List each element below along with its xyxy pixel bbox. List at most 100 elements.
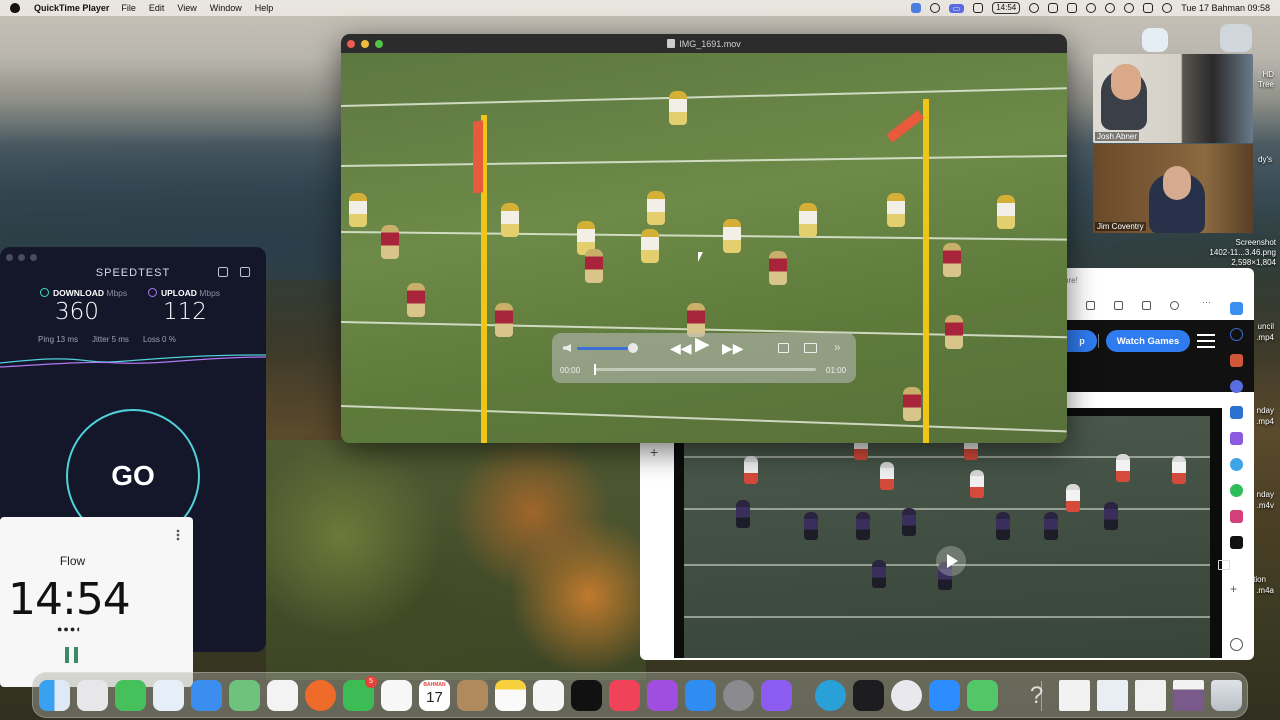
minimize-icon[interactable] — [18, 254, 25, 261]
zoom-icon[interactable] — [30, 254, 37, 261]
reminders-icon[interactable] — [381, 680, 412, 711]
system-settings-icon[interactable] — [723, 680, 754, 711]
menu-view[interactable]: View — [177, 3, 196, 13]
messages-icon[interactable] — [967, 680, 998, 711]
close-icon[interactable] — [6, 254, 13, 261]
vpn-icon[interactable] — [973, 3, 984, 13]
tab-icon[interactable] — [1086, 301, 1095, 310]
apple-tv-icon[interactable] — [571, 680, 602, 711]
copilot-icon[interactable] — [1230, 302, 1243, 315]
play-icon[interactable] — [1029, 3, 1040, 13]
x-icon[interactable] — [1230, 536, 1243, 549]
watch-games-button[interactable]: Watch Games — [1106, 330, 1190, 352]
menu-file[interactable]: File — [121, 3, 136, 13]
search-icon[interactable] — [1230, 328, 1243, 341]
activity-monitor-icon[interactable] — [853, 680, 884, 711]
desktop-drive-icon[interactable] — [1220, 24, 1252, 52]
video-frame[interactable] — [341, 53, 1067, 443]
wifi-icon[interactable] — [1105, 3, 1116, 13]
freeform-icon[interactable] — [533, 680, 564, 711]
quicktime-icon[interactable] — [891, 680, 922, 711]
finder-icon[interactable] — [39, 680, 70, 711]
desktop-edge-label[interactable]: Tree — [1254, 80, 1274, 90]
embedded-video[interactable] — [674, 408, 1230, 658]
picture-in-picture-icon[interactable] — [804, 343, 817, 353]
feedback-icon[interactable] — [761, 680, 792, 711]
partial-button[interactable]: p — [1067, 330, 1097, 352]
spotify-icon[interactable] — [1230, 484, 1243, 497]
desktop-edge-label[interactable]: dy's — [1250, 155, 1272, 165]
podcasts-icon[interactable] — [647, 680, 678, 711]
zoom-video-tile-1[interactable]: Josh Abner — [1093, 54, 1253, 143]
safari-icon[interactable] — [153, 680, 184, 711]
app-store-icon[interactable] — [685, 680, 716, 711]
telegram-icon[interactable] — [1230, 458, 1243, 471]
volume-icon[interactable] — [563, 344, 571, 352]
desktop-screenshot[interactable]: Screenshot 1402-11...3.46.png 2,598×1,80… — [1196, 238, 1276, 268]
music-icon[interactable] — [609, 680, 640, 711]
siri-icon[interactable] — [1162, 3, 1173, 13]
messages-icon[interactable] — [115, 680, 146, 711]
firefox-icon[interactable] — [305, 680, 336, 711]
playhead[interactable] — [594, 364, 596, 375]
trash-icon[interactable] — [1211, 680, 1242, 711]
video-play-button[interactable] — [936, 546, 966, 576]
games-icon[interactable] — [1230, 380, 1243, 393]
contacts-icon[interactable] — [457, 680, 488, 711]
document-icon[interactable] — [1097, 680, 1128, 711]
menu-help[interactable]: Help — [255, 3, 274, 13]
zoom-video-tile-2[interactable]: Jim Coventry — [1093, 144, 1253, 233]
close-icon[interactable] — [347, 40, 355, 48]
bluetooth-icon[interactable] — [929, 3, 940, 13]
share-icon[interactable] — [218, 267, 228, 277]
minimize-icon[interactable] — [361, 40, 369, 48]
photos-icon[interactable] — [267, 680, 298, 711]
user-icon[interactable] — [1086, 3, 1097, 13]
airplay-icon[interactable] — [778, 343, 789, 353]
extensions-icon[interactable] — [1114, 301, 1123, 310]
hamburger-menu-icon[interactable] — [1197, 334, 1215, 348]
menu-edit[interactable]: Edit — [149, 3, 165, 13]
help-icon[interactable]: ? — [1021, 680, 1052, 711]
more-icon[interactable]: ··· — [1202, 297, 1211, 307]
launchpad-icon[interactable] — [77, 680, 108, 711]
battery-icon[interactable] — [1048, 3, 1059, 13]
volume-slider[interactable] — [577, 347, 628, 350]
outlook-icon[interactable] — [1230, 406, 1243, 419]
add-icon[interactable]: + — [650, 444, 658, 460]
settings-icon[interactable] — [240, 267, 250, 277]
app-menu[interactable]: QuickTime Player — [34, 3, 109, 13]
document-icon[interactable] — [1135, 680, 1166, 711]
profile-icon[interactable] — [1170, 301, 1179, 310]
menu-window[interactable]: Window — [210, 3, 242, 13]
fast-forward-icon[interactable]: ▶▶ — [722, 341, 744, 355]
mail-icon[interactable] — [191, 680, 222, 711]
calendar-icon[interactable]: BAHMAN 17 — [419, 680, 450, 711]
more-controls-icon[interactable]: » — [834, 340, 841, 354]
add-icon[interactable]: + — [1230, 582, 1243, 596]
desktop-edge-label[interactable]: HD — [1254, 70, 1274, 80]
document-icon[interactable] — [1059, 680, 1090, 711]
clock-badge[interactable]: 14:54 — [992, 2, 1021, 14]
rewind-icon[interactable]: ◀◀ — [670, 341, 692, 355]
menu-clock[interactable]: Tue 17 Bahman 09:58 — [1181, 3, 1270, 13]
dictionary-icon[interactable] — [910, 3, 921, 13]
zoom-icon[interactable] — [929, 680, 960, 711]
volume-knob[interactable] — [628, 343, 638, 353]
notes-icon[interactable] — [495, 680, 526, 711]
edge-icon[interactable] — [815, 680, 846, 711]
more-options-icon[interactable] — [176, 529, 180, 541]
control-center-icon[interactable] — [1143, 3, 1154, 13]
apple-menu-icon[interactable] — [10, 3, 20, 13]
settings-icon[interactable] — [1230, 638, 1243, 651]
share-icon[interactable] — [1142, 301, 1151, 310]
screen-mirror-icon[interactable]: ▭ — [948, 3, 965, 13]
desktop-file-icon[interactable] — [1142, 28, 1168, 52]
pause-icon[interactable] — [65, 647, 78, 663]
window-icon[interactable] — [1067, 3, 1078, 13]
maps-icon[interactable] — [229, 680, 260, 711]
image-document-icon[interactable] — [1173, 680, 1204, 711]
facetime-icon[interactable]: 5 — [343, 676, 377, 711]
search-icon[interactable] — [1124, 3, 1135, 13]
shopping-icon[interactable] — [1230, 354, 1243, 367]
